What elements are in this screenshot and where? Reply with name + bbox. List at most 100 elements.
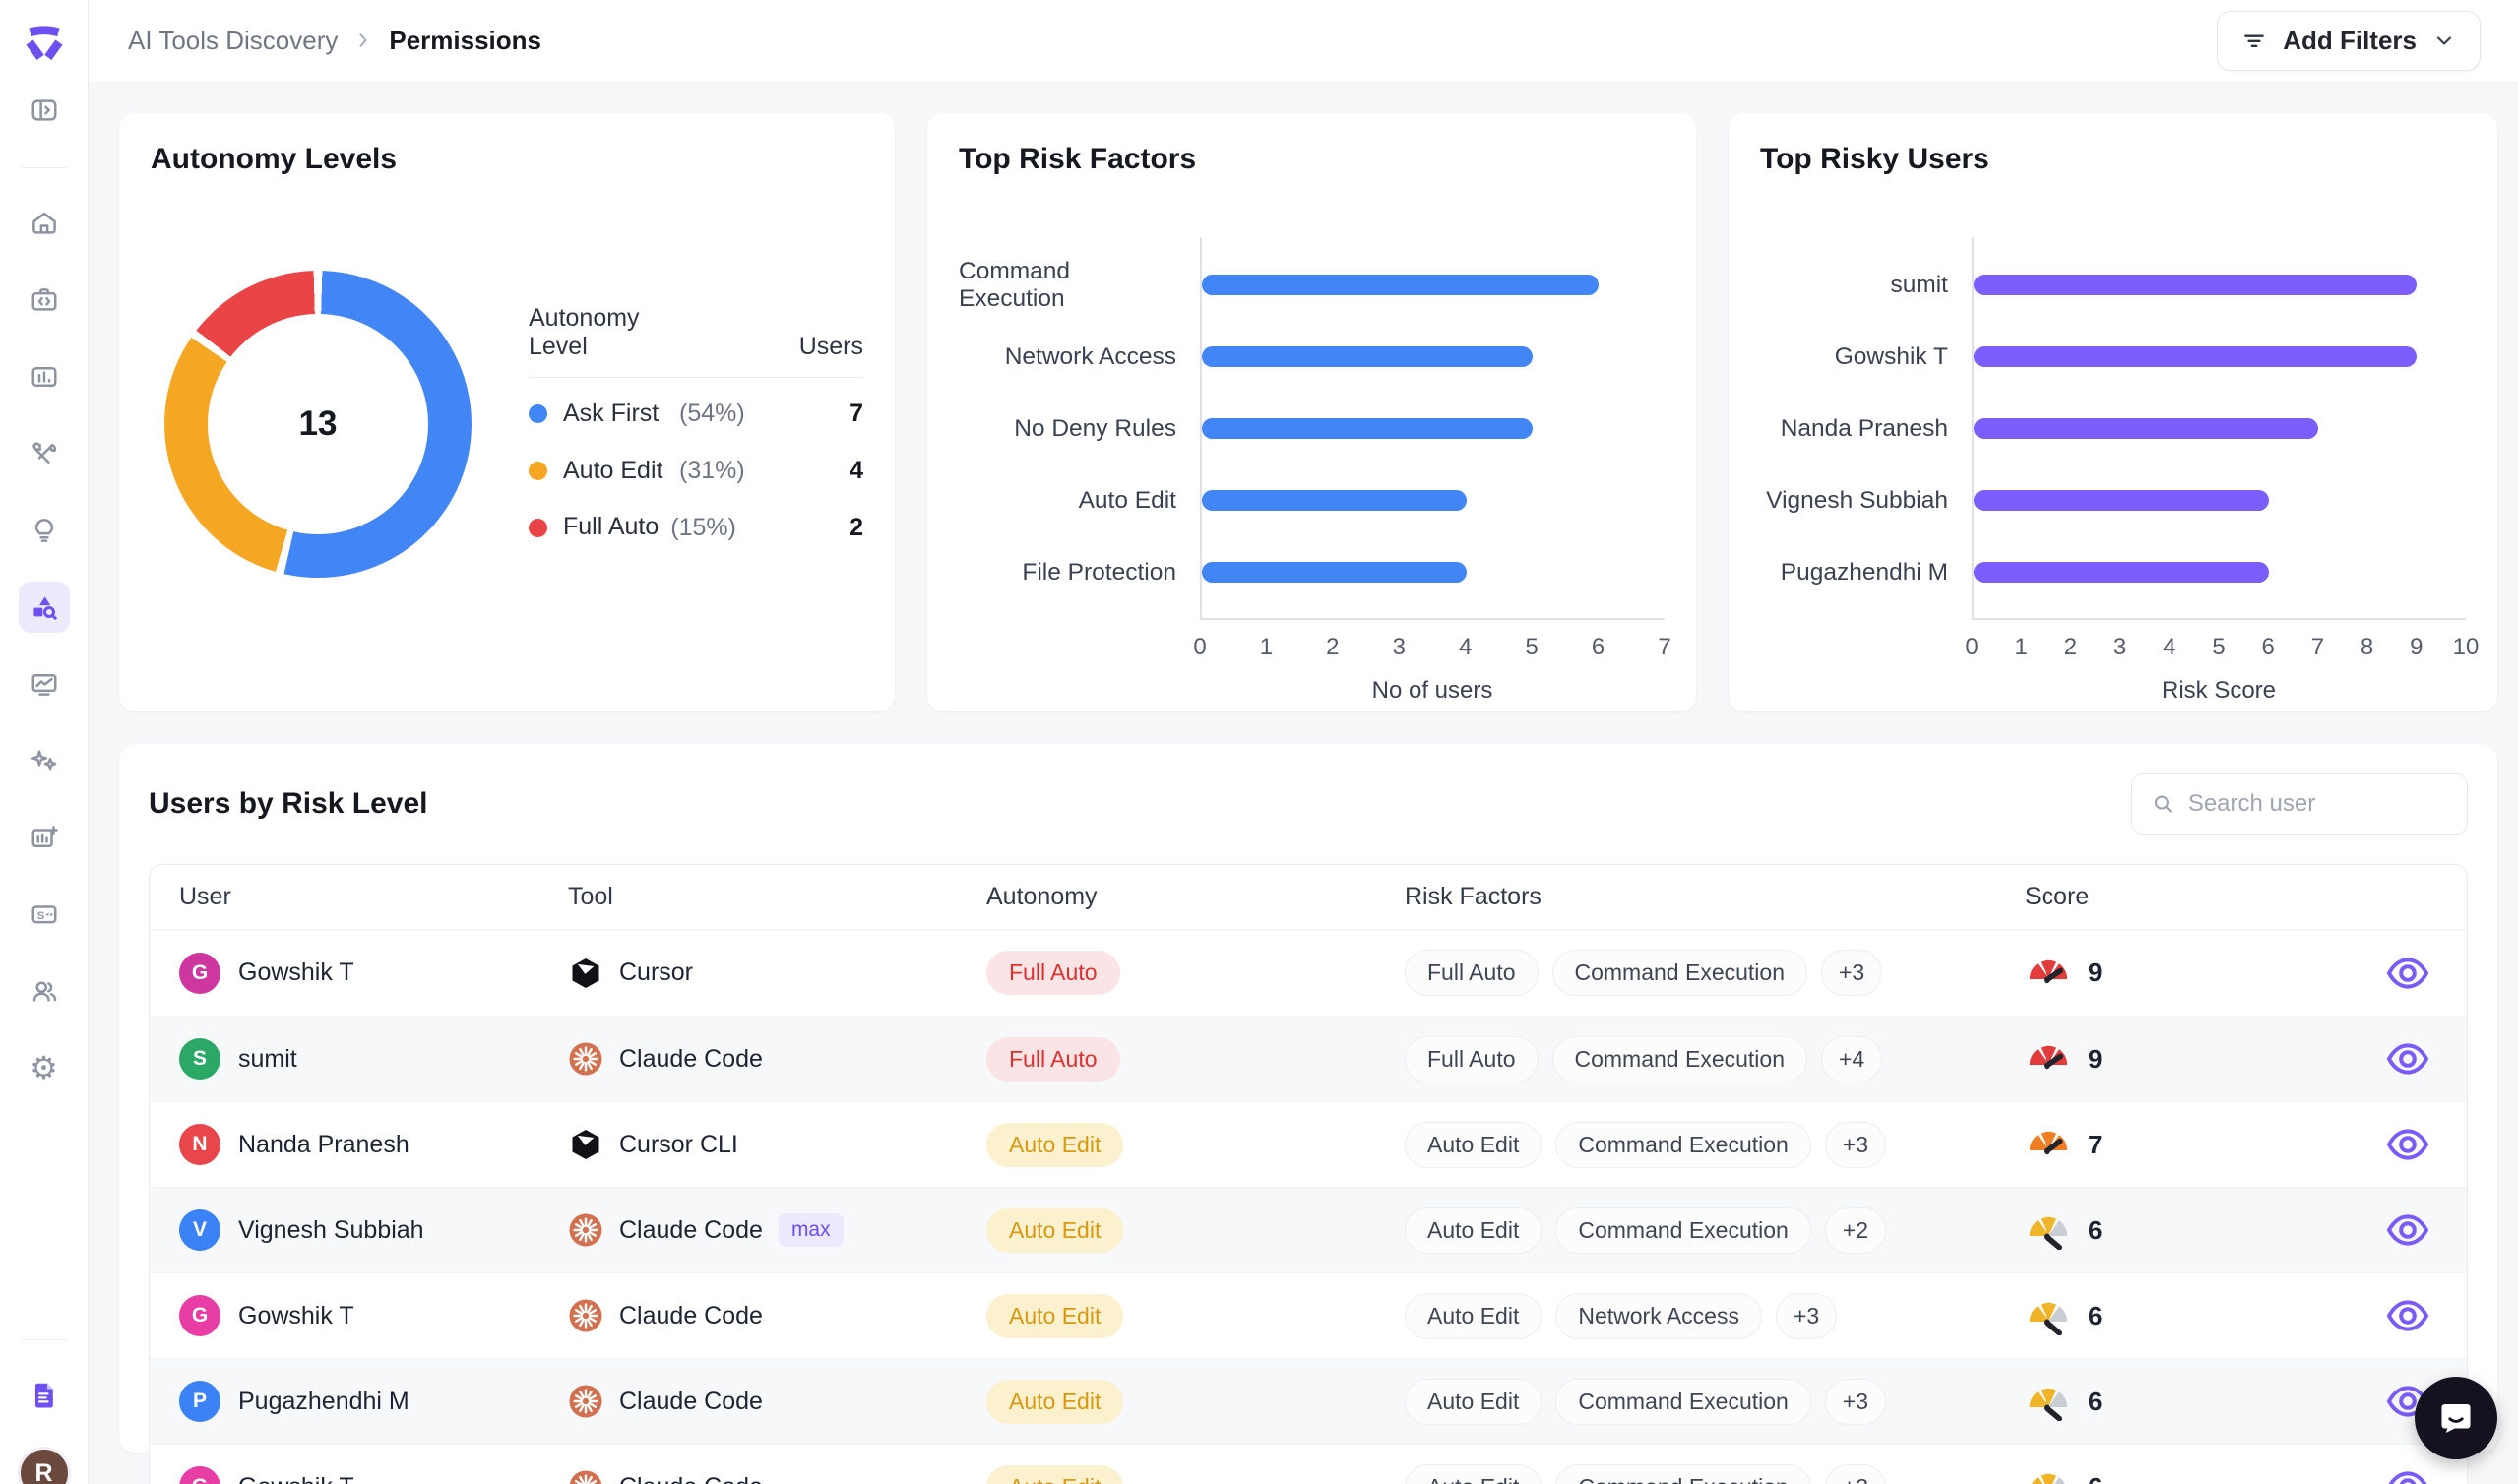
sidebar-item-ai-discovery[interactable] bbox=[19, 582, 70, 633]
x-axis-label: No of users bbox=[1200, 677, 1665, 705]
score-value: 9 bbox=[2088, 958, 2102, 988]
header-autonomy: Autonomy bbox=[986, 883, 1405, 911]
breadcrumb-parent[interactable]: AI Tools Discovery bbox=[128, 26, 338, 56]
search-user-box[interactable] bbox=[2131, 773, 2468, 835]
view-details-eye-icon[interactable] bbox=[2386, 1043, 2429, 1075]
user-avatar[interactable]: R bbox=[18, 1447, 71, 1484]
risk-factor-more-pill[interactable]: +4 bbox=[1821, 1036, 1882, 1082]
add-filters-label: Add Filters bbox=[2283, 26, 2417, 56]
avatar: P bbox=[179, 1381, 220, 1422]
bar-sumit bbox=[1974, 275, 2417, 295]
code-case-icon bbox=[30, 285, 59, 315]
sidebar-item-tools[interactable] bbox=[19, 428, 70, 479]
user-name: Gowshik T bbox=[238, 1302, 354, 1330]
table-row[interactable]: G Gowshik T Cursor Full Auto Full Auto C… bbox=[150, 930, 2467, 1016]
risk-factor-pill: Full Auto bbox=[1405, 1036, 1539, 1082]
bar-label: sumit bbox=[1760, 249, 1972, 321]
risk-factor-more-pill[interactable]: +3 bbox=[1776, 1293, 1837, 1339]
legend-label: Full Auto bbox=[563, 511, 659, 544]
sidebar-item-home[interactable] bbox=[19, 198, 70, 249]
table-row[interactable]: G Gowshik T Claude Code Auto Edit Auto E… bbox=[150, 1444, 2467, 1484]
score-value: 6 bbox=[2088, 1215, 2102, 1246]
sidebar-item-analytics[interactable] bbox=[19, 351, 70, 402]
table-row[interactable]: N Nanda Pranesh Cursor CLI Auto Edit Aut… bbox=[150, 1101, 2467, 1187]
sidebar-item-billing[interactable]: S bbox=[19, 889, 70, 940]
risk-factor-more-pill[interactable]: +3 bbox=[1821, 950, 1882, 996]
sidebar-item-users[interactable] bbox=[19, 965, 70, 1017]
legend-users: 4 bbox=[850, 457, 863, 485]
gear-icon: ⚙ bbox=[30, 1052, 58, 1083]
x-axis-label: Risk Score bbox=[1972, 677, 2466, 705]
sidebar-divider bbox=[22, 167, 67, 168]
autonomy-levels-card: Autonomy Levels 13 Autonomy Level Users bbox=[119, 113, 895, 711]
bar-file-protection bbox=[1202, 562, 1467, 583]
legend-row-auto-edit: Auto Edit (31%) 4 bbox=[529, 455, 863, 488]
document-icon bbox=[29, 1380, 60, 1411]
users-table: User Tool Autonomy Risk Factors Score G … bbox=[149, 864, 2468, 1484]
bar-nanda-pranesh bbox=[1974, 418, 2318, 439]
legend-dot bbox=[529, 519, 547, 537]
monitor-chart-icon bbox=[30, 669, 59, 699]
risk-factor-pill: Command Execution bbox=[1552, 1036, 1808, 1082]
table-row[interactable]: G Gowshik T Claude Code Auto Edit Auto E… bbox=[150, 1272, 2467, 1358]
table-row[interactable]: S sumit Claude Code Full Auto Full Auto … bbox=[150, 1016, 2467, 1101]
avatar: V bbox=[179, 1209, 220, 1251]
tool-name: Cursor bbox=[619, 958, 693, 987]
tools-icon bbox=[30, 439, 59, 468]
view-details-eye-icon[interactable] bbox=[2386, 1129, 2429, 1160]
sidebar-item-sparkles[interactable] bbox=[19, 735, 70, 786]
sidebar-item-insights[interactable] bbox=[19, 505, 70, 556]
risk-factor-pill: Full Auto bbox=[1405, 950, 1539, 996]
risk-factor-more-pill[interactable]: +3 bbox=[1825, 1464, 1886, 1484]
autonomy-pill: Auto Edit bbox=[986, 1294, 1123, 1338]
chat-support-button[interactable] bbox=[2415, 1377, 2497, 1459]
user-name: Pugazhendhi M bbox=[238, 1388, 409, 1416]
topbar: AI Tools Discovery Permissions Add Filte… bbox=[89, 0, 2518, 81]
sidebar-item-docs[interactable] bbox=[19, 1370, 70, 1421]
avatar: S bbox=[179, 1038, 220, 1080]
view-details-eye-icon[interactable] bbox=[2386, 1214, 2429, 1246]
subscription-card-icon: S bbox=[30, 899, 59, 929]
risk-factor-pill: Command Execution bbox=[1555, 1207, 1811, 1254]
view-details-eye-icon[interactable] bbox=[2386, 1471, 2429, 1484]
bar-chart-icon bbox=[30, 362, 59, 392]
user-name: Vignesh Subbiah bbox=[238, 1216, 424, 1245]
legend-pct: (54%) bbox=[679, 400, 745, 428]
risky-users-title: Top Risky Users bbox=[1760, 143, 2466, 176]
risk-factor-pill: Auto Edit bbox=[1405, 1207, 1542, 1254]
app-root: S ⚙ bbox=[0, 0, 2518, 1484]
tool-icon bbox=[568, 1298, 603, 1333]
score-value: 6 bbox=[2088, 1387, 2102, 1417]
bar-network-access bbox=[1202, 346, 1533, 367]
search-user-input[interactable] bbox=[2188, 790, 2447, 818]
risk-factor-pill: Command Execution bbox=[1555, 1379, 1811, 1425]
tool-icon bbox=[568, 1469, 603, 1484]
tool-icon bbox=[568, 1041, 603, 1077]
sidebar-item-monitoring[interactable] bbox=[19, 658, 70, 710]
sidebar-collapse-toggle[interactable] bbox=[19, 85, 70, 136]
lightbulb-icon bbox=[30, 516, 59, 545]
chevron-right-icon bbox=[353, 31, 373, 50]
search-icon bbox=[2152, 791, 2174, 817]
tool-name: Claude Code bbox=[619, 1302, 763, 1330]
risk-factor-more-pill[interactable]: +2 bbox=[1825, 1207, 1886, 1254]
brand-logo-shield-icon bbox=[17, 16, 72, 71]
risk-factor-more-pill[interactable]: +3 bbox=[1825, 1122, 1886, 1168]
risk-factor-more-pill[interactable]: +3 bbox=[1825, 1379, 1886, 1425]
table-row[interactable]: V Vignesh Subbiah Claude Code max Auto E… bbox=[150, 1187, 2467, 1272]
bar-command-execution bbox=[1202, 275, 1599, 295]
add-filters-button[interactable]: Add Filters bbox=[2217, 11, 2481, 71]
bar-label: Network Access bbox=[959, 321, 1200, 393]
donut-total: 13 bbox=[299, 404, 338, 444]
sidebar-item-reports[interactable] bbox=[19, 812, 70, 863]
view-details-eye-icon[interactable] bbox=[2386, 958, 2429, 989]
legend-dot bbox=[529, 404, 547, 423]
sidebar-item-settings[interactable]: ⚙ bbox=[19, 1042, 70, 1093]
view-details-eye-icon[interactable] bbox=[2386, 1300, 2429, 1331]
bar-label: Nanda Pranesh bbox=[1760, 393, 1972, 464]
sidebar-item-code-workspace[interactable] bbox=[19, 275, 70, 326]
bar-label: No Deny Rules bbox=[959, 393, 1200, 464]
autonomy-pill: Auto Edit bbox=[986, 1123, 1123, 1167]
sidebar: S ⚙ bbox=[0, 0, 89, 1484]
table-row[interactable]: P Pugazhendhi M Claude Code Auto Edit Au… bbox=[150, 1358, 2467, 1444]
